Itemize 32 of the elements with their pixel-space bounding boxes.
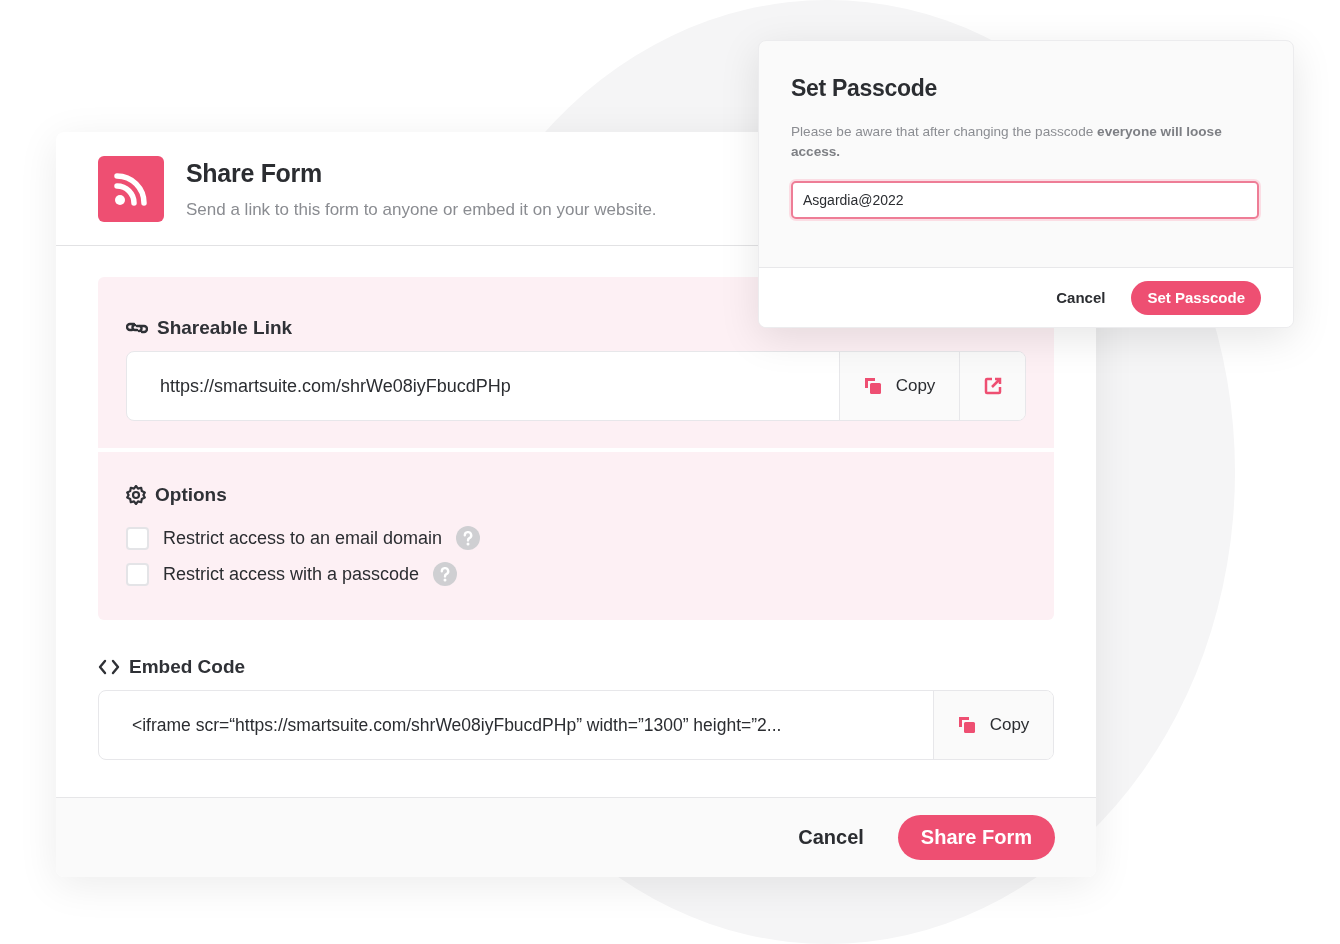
section-label: Shareable Link: [157, 317, 293, 339]
warning-message: Please be aware that after changing the passcode everyone will loose access.: [791, 123, 1223, 161]
checkbox[interactable]: [126, 562, 149, 586]
link-field[interactable]: https://smartsuite.com/shrWe08iyFbucdPHp Copy: [126, 351, 1026, 421]
option-label: Restrict access with a passcode: [163, 563, 420, 586]
dialog-title: Share Form: [186, 159, 323, 188]
copy-icon: [957, 716, 976, 734]
cancel-button[interactable]: Cancel: [1056, 289, 1106, 306]
rss-icon: [98, 156, 164, 222]
embed-code-field[interactable]: <iframe scr=“https://smartsuite.com/shrWe08iyFbucdPHp” width=”1300” height=”2... Copy: [98, 690, 1054, 760]
section-label: Options: [155, 484, 227, 506]
copy-icon: [863, 377, 882, 395]
help-icon[interactable]: [433, 562, 458, 586]
section-label: Embed Code: [129, 656, 246, 678]
external-link-icon: [983, 377, 1002, 395]
dialog-subtitle: Send a link to this form to anyone or embed it on your website.: [186, 200, 657, 220]
option-label: Restrict access to an email domain: [163, 527, 443, 550]
embed-code: <iframe scr=“https://smartsuite.com/shrWe08iyFbucdPHp” width=”1300” height=”2...: [131, 713, 783, 737]
copy-button[interactable]: Copy: [933, 691, 1053, 759]
passcode-field[interactable]: Asgardia@2022: [791, 181, 1259, 219]
link-url: https://smartsuite.com/shrWe08iyFbucdPHp: [159, 374, 512, 398]
link-icon: [126, 321, 148, 335]
share-form-button[interactable]: Share Form: [897, 815, 1055, 860]
cancel-button[interactable]: Cancel: [798, 826, 864, 849]
open-link-button[interactable]: [959, 352, 1025, 420]
code-icon: [98, 659, 120, 675]
copy-button[interactable]: Copy: [839, 352, 959, 420]
dialog-title: Set Passcode: [791, 75, 938, 102]
gear-icon: [126, 485, 146, 505]
checkbox[interactable]: [126, 526, 149, 550]
set-passcode-button[interactable]: Set Passcode: [1131, 280, 1261, 315]
help-icon[interactable]: [456, 526, 481, 550]
